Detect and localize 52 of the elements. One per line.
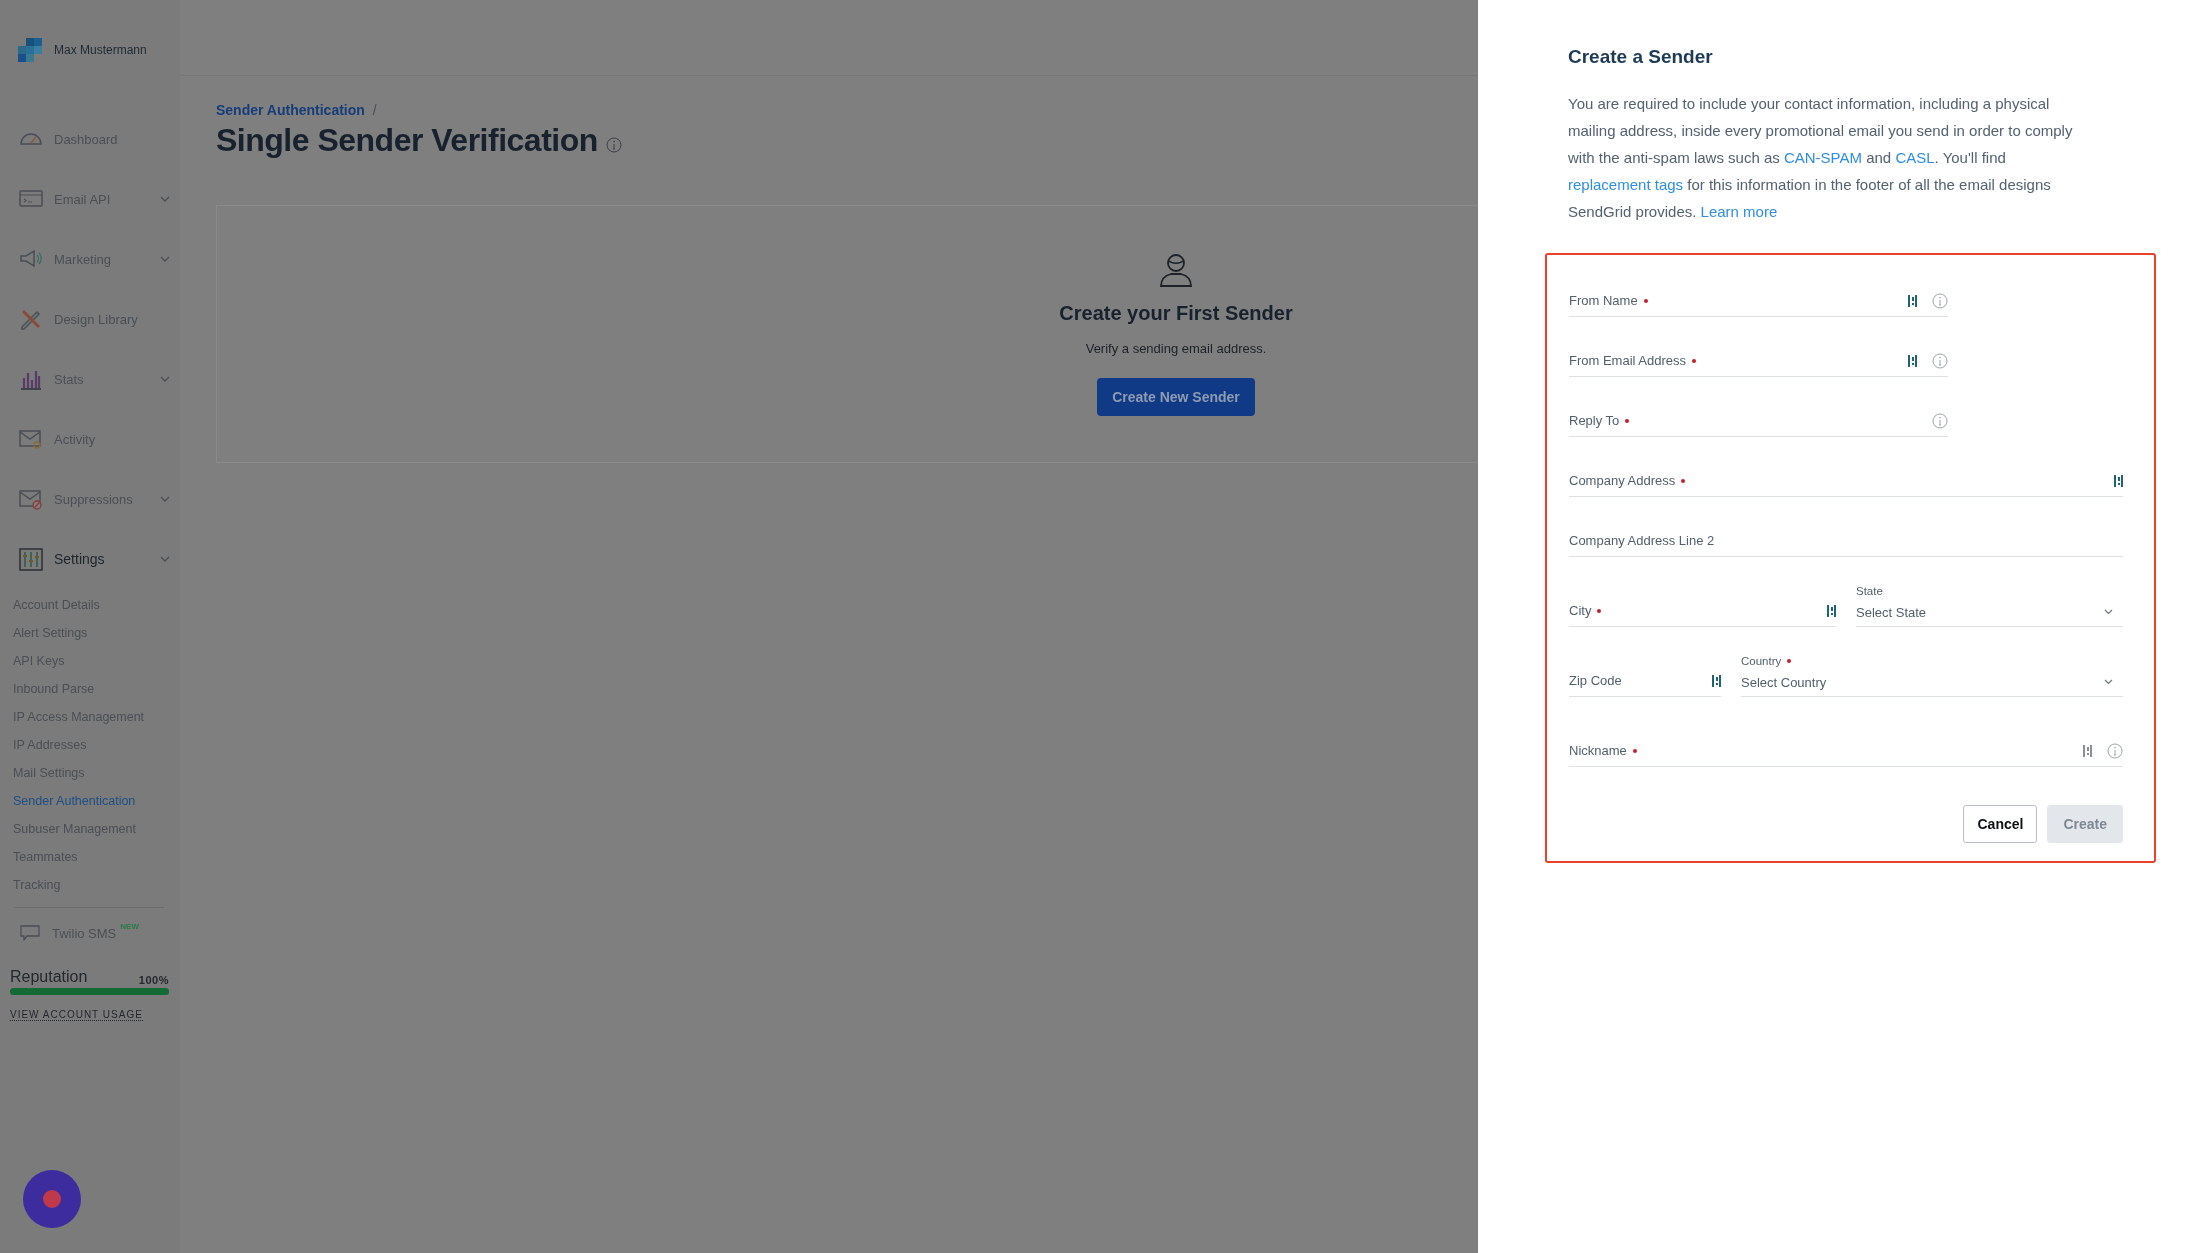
description-text: You are required to include your contact information, including a physical mailing address, inside every promotional email you send in order to comply with the anti-spam laws such as CAN-SPAM and CASL. You'll find replacement tags for this information in the footer of all the email designs SendGrid provides. Learn more: [1568, 94, 2074, 222]
text-link[interactable]: CASL: [1895, 149, 1935, 166]
form-button[interactable]: Cancel: [1963, 805, 2038, 843]
chevron-down-icon: [2104, 609, 2113, 615]
reputation-value: 100%: [138, 974, 169, 986]
create-new-sender-button[interactable]: Create New Sender: [1097, 378, 1255, 416]
settings-link[interactable]: Sender Authentication: [13, 787, 180, 815]
input-field[interactable]: Reply To: [1569, 407, 1948, 437]
field-label: Country: [1741, 655, 1782, 667]
empty-state-title: Create your First Sender: [1059, 302, 1293, 325]
drawer-title: Create a Sender: [1568, 46, 1714, 68]
reputation-label: Reputation: [10, 968, 88, 986]
account-usage-link[interactable]: VIEW ACCOUNT USAGE: [10, 1009, 143, 1021]
breadcrumb-separator: /: [372, 102, 377, 118]
person-icon: [1158, 252, 1194, 288]
input-field[interactable]: From Email Address: [1569, 347, 1948, 377]
page-title: Single Sender Verification: [216, 122, 598, 159]
field-label: Reply To: [1569, 413, 1620, 428]
select-dropdown[interactable]: Select Country: [1741, 672, 2123, 697]
input-field[interactable]: Company Address: [1569, 467, 2123, 497]
text-link[interactable]: CAN-SPAM: [1783, 149, 1862, 166]
input-field[interactable]: Zip Code: [1569, 667, 1721, 697]
sliders-icon: [18, 547, 44, 571]
info-icon: [605, 136, 622, 153]
select-placeholder: Select Country: [1741, 674, 1827, 690]
text-link[interactable]: Learn more: [1700, 203, 1778, 220]
field-label: Zip Code: [1569, 673, 1622, 688]
logo-icon: [18, 38, 42, 62]
speech-bubble-icon: [20, 925, 40, 941]
chevron-down-icon: [2104, 679, 2113, 685]
record-dot-icon: [42, 1189, 62, 1209]
select-placeholder: Select State: [1856, 604, 1927, 620]
field-label: State: [1856, 585, 1883, 597]
input-field[interactable]: From Name: [1569, 287, 1948, 317]
envelope-blocked-icon: [18, 487, 44, 511]
user-name: Max Mustermann: [54, 43, 147, 57]
field-label: From Name: [1569, 293, 1638, 308]
input-field[interactable]: City: [1569, 597, 1836, 627]
field-label: Company Address Line 2: [1569, 533, 1715, 548]
input-field[interactable]: Company Address Line 2: [1569, 527, 2123, 557]
new-label: NEW: [120, 922, 139, 931]
text-link[interactable]: replacement tags: [1568, 176, 1684, 193]
field-label: Company Address: [1569, 473, 1676, 488]
field-label: City: [1569, 603, 1592, 618]
envelope-magnifier-icon: [18, 427, 44, 451]
field-label: Nickname: [1569, 743, 1627, 758]
input-field[interactable]: Nickname: [1569, 737, 2123, 767]
select-dropdown[interactable]: Select State: [1856, 602, 2123, 627]
nav-item[interactable]: Settings: [0, 529, 180, 589]
field-label: From Email Address: [1569, 353, 1687, 368]
breadcrumb-link[interactable]: Sender Authentication: [216, 102, 365, 118]
empty-state-text: Verify a sending email address.: [1085, 341, 1267, 356]
